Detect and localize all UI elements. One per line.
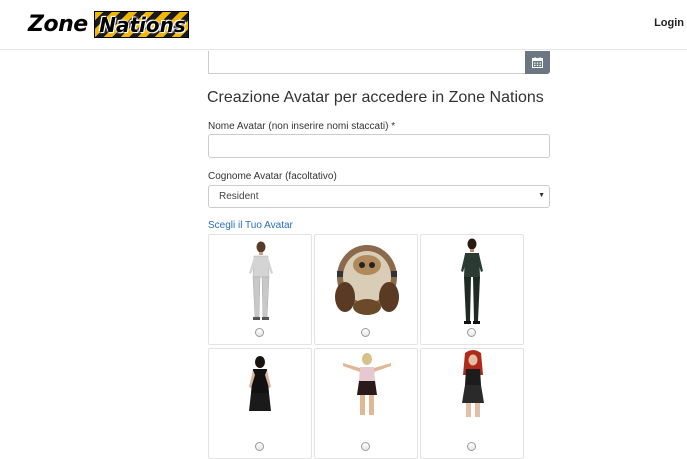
avatar-radio[interactable] — [467, 328, 476, 337]
avatar-radio[interactable] — [361, 328, 370, 337]
navbar: Zone Nations Login — [0, 0, 687, 50]
avatar-card[interactable] — [420, 348, 524, 459]
logo-text-zone: Zone — [28, 12, 88, 37]
avatar-card[interactable] — [314, 348, 418, 459]
first-name-label: Nome Avatar (non inserire nomi staccati)… — [208, 121, 396, 132]
last-name-select[interactable]: Resident ▼ — [208, 185, 550, 208]
login-link[interactable]: Login — [654, 17, 684, 29]
avatar-card[interactable] — [208, 234, 312, 345]
calendar-icon — [532, 57, 543, 68]
calendar-button[interactable] — [525, 51, 550, 74]
zone-nations-logo[interactable]: Zone Nations — [28, 10, 190, 40]
logo-hazard-stripes: Nations — [94, 11, 189, 38]
avatar-card[interactable] — [314, 234, 418, 345]
first-name-input[interactable] — [208, 134, 550, 158]
avatar-radio[interactable] — [467, 442, 476, 451]
chevron-down-icon: ▼ — [538, 192, 545, 199]
avatar-radio[interactable] — [255, 442, 264, 451]
avatar-card[interactable] — [208, 348, 312, 459]
last-name-selected-value: Resident — [219, 191, 259, 202]
logo-text-nations: Nations — [99, 13, 186, 37]
date-field[interactable] — [208, 51, 525, 74]
avatar-radio[interactable] — [255, 328, 264, 337]
form-heading: Creazione Avatar per accedere in Zone Na… — [207, 89, 544, 106]
avatar-radio[interactable] — [361, 442, 370, 451]
last-name-label: Cognome Avatar (facoltativo) — [208, 171, 337, 182]
choose-avatar-label[interactable]: Scegli il Tuo Avatar — [208, 220, 293, 231]
avatar-card[interactable] — [420, 234, 524, 345]
